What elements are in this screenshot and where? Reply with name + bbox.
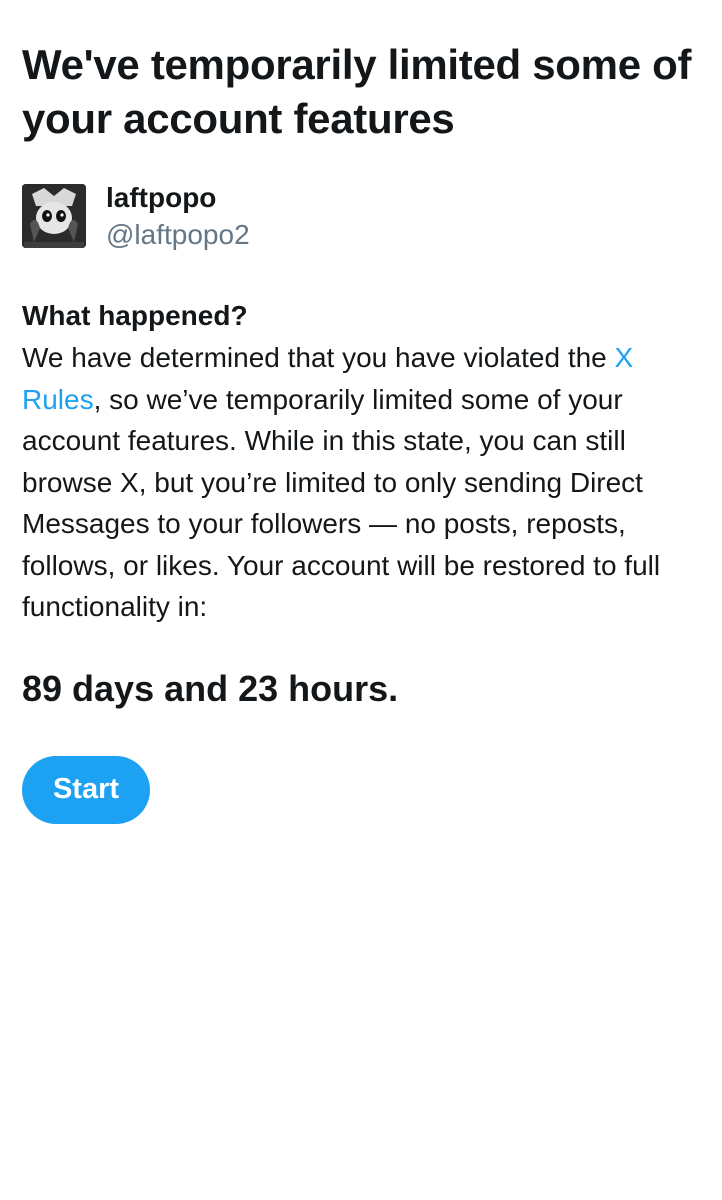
profile-avatar-icon bbox=[22, 184, 86, 248]
restriction-countdown: 89 days and 23 hours. bbox=[22, 667, 399, 709]
account-names: laftpopo @laftpopo2 bbox=[106, 180, 250, 254]
restriction-page: We've temporarily limited some of your a… bbox=[22, 38, 712, 824]
account-handle: @laftpopo2 bbox=[106, 219, 250, 250]
notice-text-body: , so we’ve temporarily limited some of y… bbox=[22, 383, 661, 623]
display-name: laftpopo bbox=[106, 182, 217, 213]
account-info: laftpopo @laftpopo2 bbox=[22, 180, 712, 254]
page-title: We've temporarily limited some of your a… bbox=[22, 41, 692, 142]
notice-text-intro: We have determined that you have violate… bbox=[22, 342, 615, 373]
notice-text: We have determined that you have violate… bbox=[22, 337, 712, 628]
avatar bbox=[22, 184, 86, 248]
section-heading: What happened? bbox=[22, 300, 248, 331]
start-button[interactable]: Start bbox=[22, 755, 150, 824]
